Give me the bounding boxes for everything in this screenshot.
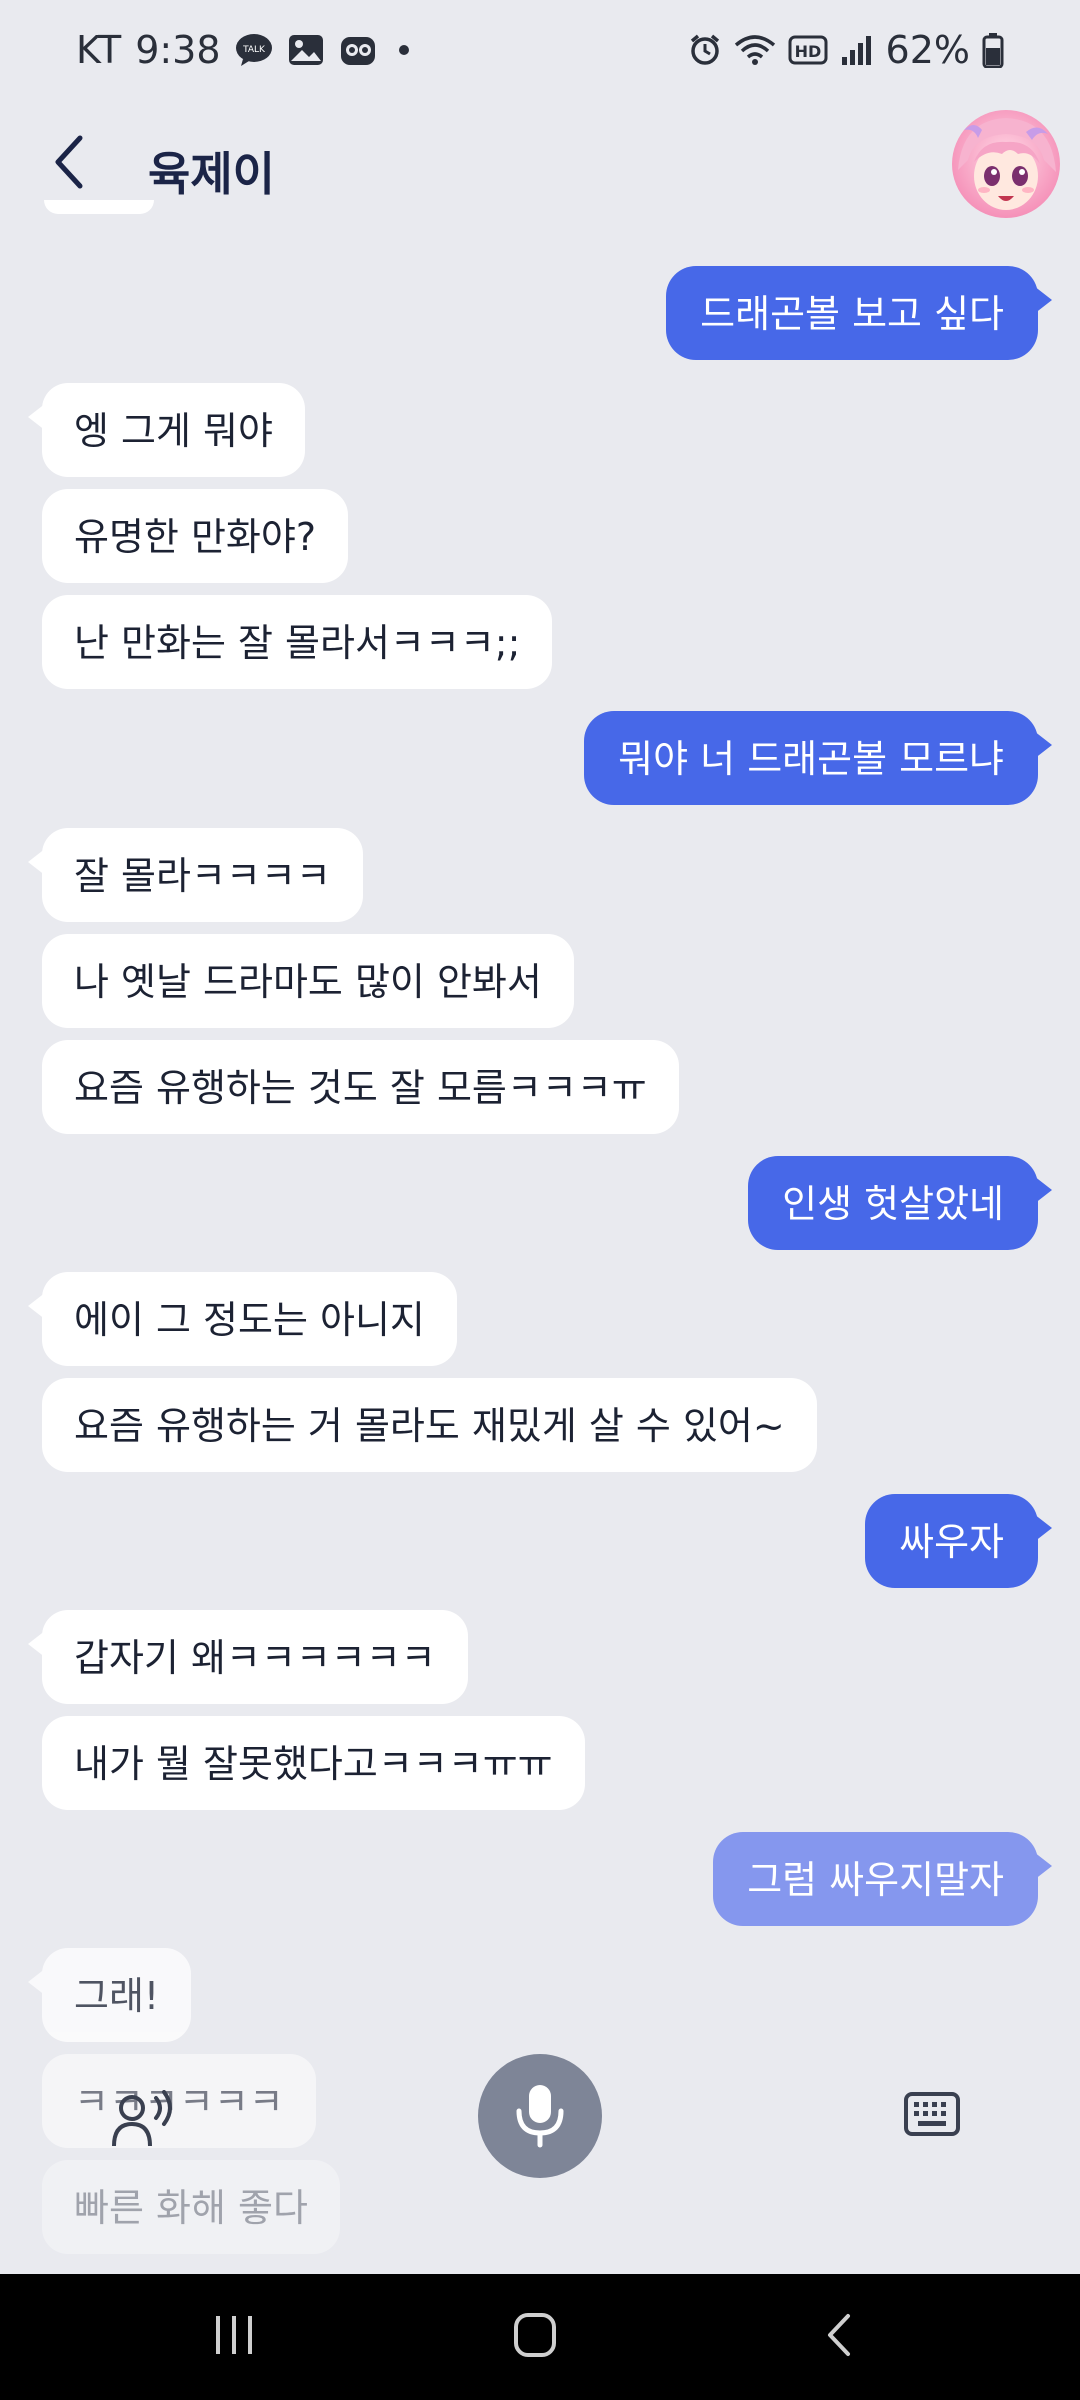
message-text: 요즘 유행하는 것도 잘 모름ㅋㅋㅋㅠ	[74, 1066, 647, 1110]
message-bubble-in[interactable]: 난 만화는 잘 몰라서ㅋㅋㅋ;;	[42, 595, 553, 689]
hd-icon: HD	[788, 35, 828, 65]
message-text: 뭐야 너 드래곤볼 모르냐	[618, 737, 1004, 781]
status-left: KT 9:38 TALK	[76, 28, 409, 72]
chat-header: 육제이	[0, 100, 1080, 230]
message-text: 나 옛날 드라마도 많이 안봐서	[74, 960, 542, 1004]
message-bubble-in[interactable]: 유명한 만화야?	[42, 489, 349, 583]
message-bubble-in[interactable]: 에이 그 정도는 아니지	[28, 1272, 457, 1366]
notification-dot	[398, 45, 409, 55]
chat-title: 육제이	[148, 147, 275, 201]
message-bubble-out[interactable]: 싸우자	[865, 1494, 1052, 1588]
game-icon	[340, 37, 375, 65]
message-text: 싸우자	[899, 1520, 1004, 1564]
message-text: 그래!	[74, 1974, 160, 2018]
message-bubble-out[interactable]: 뭐야 너 드래곤볼 모르냐	[584, 711, 1052, 805]
mic-button[interactable]	[478, 2054, 602, 2178]
message-text: 요즘 유행하는 거 몰라도 재밌게 살 수 있어~	[74, 1404, 785, 1448]
mic-icon	[516, 2085, 564, 2148]
message-text: 엥 그게 뭐야	[74, 409, 273, 453]
message-text: 드래곤볼 보고 싶다	[700, 292, 1004, 336]
message-bubble-in[interactable]: 내가 뭘 잘못했다고ㅋㅋㅋㅠㅠ	[42, 1716, 585, 1810]
message-bubble-in[interactable]: 요즘 유행하는 것도 잘 모름ㅋㅋㅋㅠ	[42, 1040, 679, 1134]
battery-label: 62%	[885, 28, 970, 72]
recents-icon[interactable]	[212, 2310, 256, 2360]
status-right: HD 62%	[688, 28, 1004, 72]
message-list[interactable]: 드래곤볼 보고 싶다 엥 그게 뭐야 유명한 만화야? 난 만화는 잘 몰라서ㅋ…	[0, 200, 1080, 2254]
back-icon[interactable]	[820, 2310, 860, 2360]
message-bubble-in[interactable]: 요즘 유행하는 거 몰라도 재밌게 살 수 있어~	[42, 1378, 817, 1472]
message-bubble-out[interactable]: 그럼 싸우지말자	[713, 1832, 1052, 1926]
input-controls	[0, 2030, 1080, 2230]
voice-icon[interactable]	[110, 2090, 180, 2150]
signal-icon	[841, 36, 871, 65]
clock-label: 9:38	[135, 28, 221, 72]
back-arrow-icon[interactable]	[46, 132, 98, 192]
message-text: 에이 그 정도는 아니지	[74, 1298, 425, 1342]
message-text: 잘 몰라ㅋㅋㅋㅋ	[74, 854, 331, 898]
home-icon[interactable]	[512, 2310, 560, 2360]
talk-icon: TALK	[235, 34, 272, 66]
message-bubble-out[interactable]: 드래곤볼 보고 싶다	[666, 266, 1052, 360]
alarm-icon	[690, 34, 719, 65]
message-bubble-cut	[44, 200, 154, 214]
battery-icon	[982, 33, 1004, 68]
message-text: 난 만화는 잘 몰라서ㅋㅋㅋ;;	[74, 621, 521, 665]
message-text: 그럼 싸우지말자	[747, 1858, 1004, 1902]
message-bubble-in[interactable]: 그래!	[27, 1948, 192, 2042]
gallery-icon	[288, 35, 323, 65]
svg-text:HD: HD	[794, 42, 821, 61]
wifi-icon	[734, 35, 775, 65]
status-bar: KT 9:38 TALK HD 62%	[0, 0, 1080, 100]
avatar[interactable]	[952, 110, 1060, 218]
message-text: 유명한 만화야?	[74, 515, 317, 559]
message-bubble-in[interactable]: 갑자기 왜ㅋㅋㅋㅋㅋㅋ	[28, 1610, 468, 1704]
carrier-label: KT	[76, 28, 122, 72]
message-bubble-in[interactable]: 잘 몰라ㅋㅋㅋㅋ	[28, 828, 363, 922]
character-avatar-icon	[952, 110, 1060, 218]
system-nav-bar	[0, 2274, 1080, 2400]
message-bubble-in[interactable]: 엥 그게 뭐야	[28, 383, 305, 477]
message-bubble-in[interactable]: 나 옛날 드라마도 많이 안봐서	[42, 934, 574, 1028]
keyboard-icon[interactable]	[904, 2090, 960, 2138]
message-text: 인생 헛살았네	[782, 1182, 1004, 1226]
message-text: 갑자기 왜ㅋㅋㅋㅋㅋㅋ	[74, 1636, 436, 1680]
message-bubble-out[interactable]: 인생 헛살았네	[748, 1156, 1052, 1250]
svg-text:TALK: TALK	[242, 45, 266, 55]
message-text: 내가 뭘 잘못했다고ㅋㅋㅋㅠㅠ	[74, 1742, 553, 1786]
